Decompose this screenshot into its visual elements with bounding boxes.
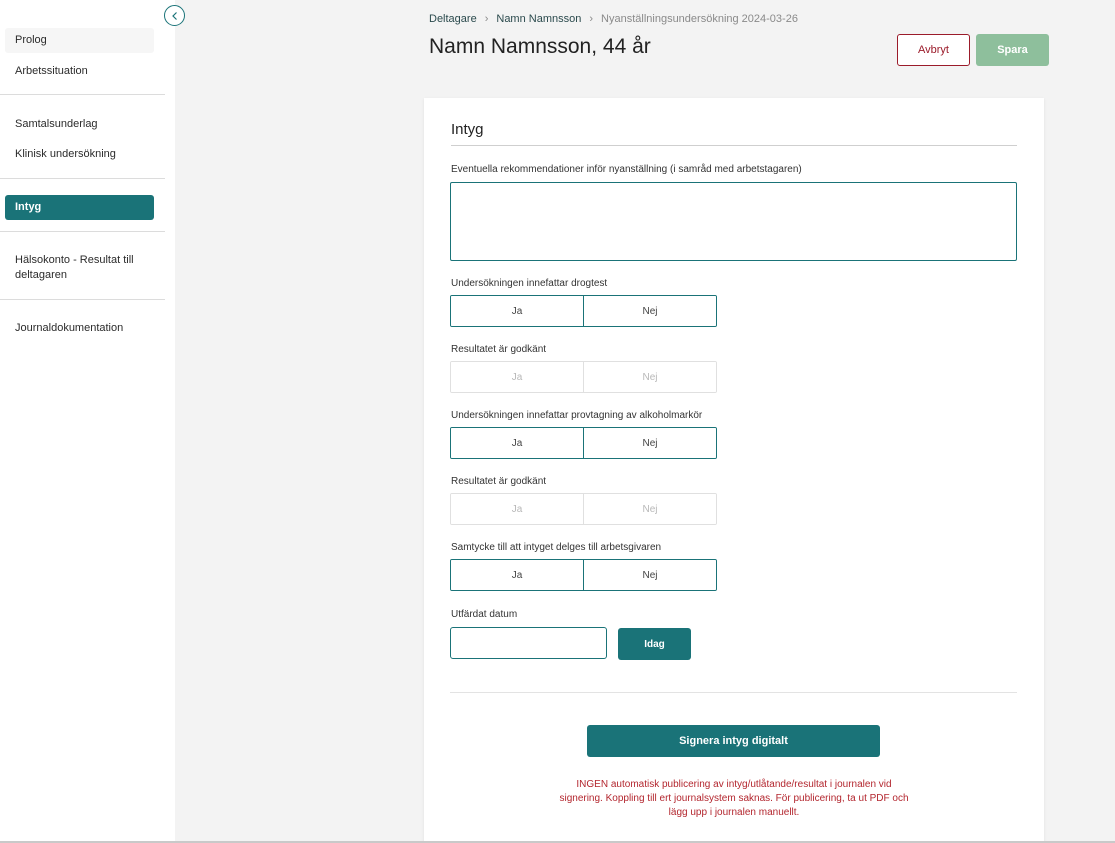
sidebar-item-label: Journaldokumentation (15, 322, 124, 334)
collapse-sidebar-button[interactable] (164, 5, 185, 26)
save-button[interactable]: Spara (976, 34, 1049, 66)
breadcrumb: Deltagare › Namn Namnsson › Nyanställnin… (429, 13, 798, 25)
sidebar-divider (0, 178, 165, 179)
alcohol-result-toggle: Ja Nej (450, 493, 717, 525)
sidebar-item-klinisk-undersokning[interactable]: Klinisk undersökning (5, 142, 154, 167)
card-title: Intyg (451, 121, 484, 138)
sidebar-item-label: Hälsokonto - Resultat till deltagaren (15, 254, 134, 281)
chevron-left-icon (171, 11, 177, 20)
cancel-button[interactable]: Avbryt (897, 34, 970, 66)
sidebar-item-label: Arbetssituation (15, 65, 88, 77)
sidebar-item-label: Klinisk undersökning (15, 148, 116, 160)
card-divider (450, 692, 1017, 693)
sign-certificate-button[interactable]: Signera intyg digitalt (587, 725, 880, 757)
recommendation-textarea[interactable] (450, 182, 1017, 261)
sidebar-divider (0, 299, 165, 300)
breadcrumb-deltagare[interactable]: Deltagare (429, 13, 477, 25)
recommendation-label: Eventuella rekommendationer inför nyanst… (451, 164, 802, 175)
page-title: Namn Namnsson, 44 år (429, 35, 651, 58)
sidebar-item-intyg[interactable]: Intyg (5, 195, 154, 220)
sidebar-item-prolog[interactable]: Prolog (5, 28, 154, 53)
drug-test-yes-option[interactable]: Ja (451, 296, 583, 326)
sidebar-item-halsokonto[interactable]: Hälsokonto - Resultat till deltagaren (5, 252, 154, 284)
card-title-divider (451, 145, 1017, 146)
sidebar: Prolog Arbetssituation Samtalsunderlag K… (0, 0, 175, 843)
drug-result-toggle: Ja Nej (450, 361, 717, 393)
alcohol-result-label: Resultatet är godkänt (451, 476, 547, 487)
sidebar-divider (0, 94, 165, 95)
consent-label: Samtycke till att intyget delges till ar… (451, 542, 662, 553)
sidebar-item-samtalsunderlag[interactable]: Samtalsunderlag (5, 112, 154, 137)
consent-no-option[interactable]: Nej (583, 560, 716, 590)
breadcrumb-participant[interactable]: Namn Namnsson (496, 13, 581, 25)
drug-test-no-option[interactable]: Nej (583, 296, 716, 326)
issued-date-label: Utfärdat datum (451, 609, 518, 620)
chevron-right-icon: › (484, 13, 489, 25)
consent-yes-option[interactable]: Ja (451, 560, 583, 590)
sidebar-item-label: Samtalsunderlag (15, 118, 98, 130)
drug-result-yes-option: Ja (451, 362, 583, 392)
alcohol-marker-yes-option[interactable]: Ja (451, 428, 583, 458)
sidebar-divider (0, 231, 165, 232)
alcohol-marker-toggle: Ja Nej (450, 427, 717, 459)
issued-date-input[interactable] (450, 627, 607, 659)
chevron-right-icon: › (589, 13, 594, 25)
drug-result-no-option: Nej (583, 362, 716, 392)
alcohol-result-no-option: Nej (583, 494, 716, 524)
breadcrumb-current: Nyanställningsundersökning 2024-03-26 (601, 13, 798, 25)
intyg-card: Intyg Eventuella rekommendationer inför … (424, 98, 1044, 843)
alcohol-marker-no-option[interactable]: Nej (583, 428, 716, 458)
publication-warning: INGEN automatisk publicering av intyg/ut… (559, 779, 909, 818)
sidebar-item-journaldokumentation[interactable]: Journaldokumentation (5, 316, 154, 341)
consent-toggle: Ja Nej (450, 559, 717, 591)
sidebar-item-label: Intyg (15, 201, 42, 213)
drug-test-toggle: Ja Nej (450, 295, 717, 327)
alcohol-result-yes-option: Ja (451, 494, 583, 524)
drug-test-label: Undersökningen innefattar drogtest (451, 278, 608, 289)
drug-result-label: Resultatet är godkänt (451, 344, 547, 355)
today-button[interactable]: Idag (618, 628, 691, 660)
alcohol-marker-label: Undersökningen innefattar provtagning av… (451, 410, 703, 421)
sidebar-item-arbetssituation[interactable]: Arbetssituation (5, 59, 154, 84)
sidebar-item-label: Prolog (15, 34, 47, 46)
